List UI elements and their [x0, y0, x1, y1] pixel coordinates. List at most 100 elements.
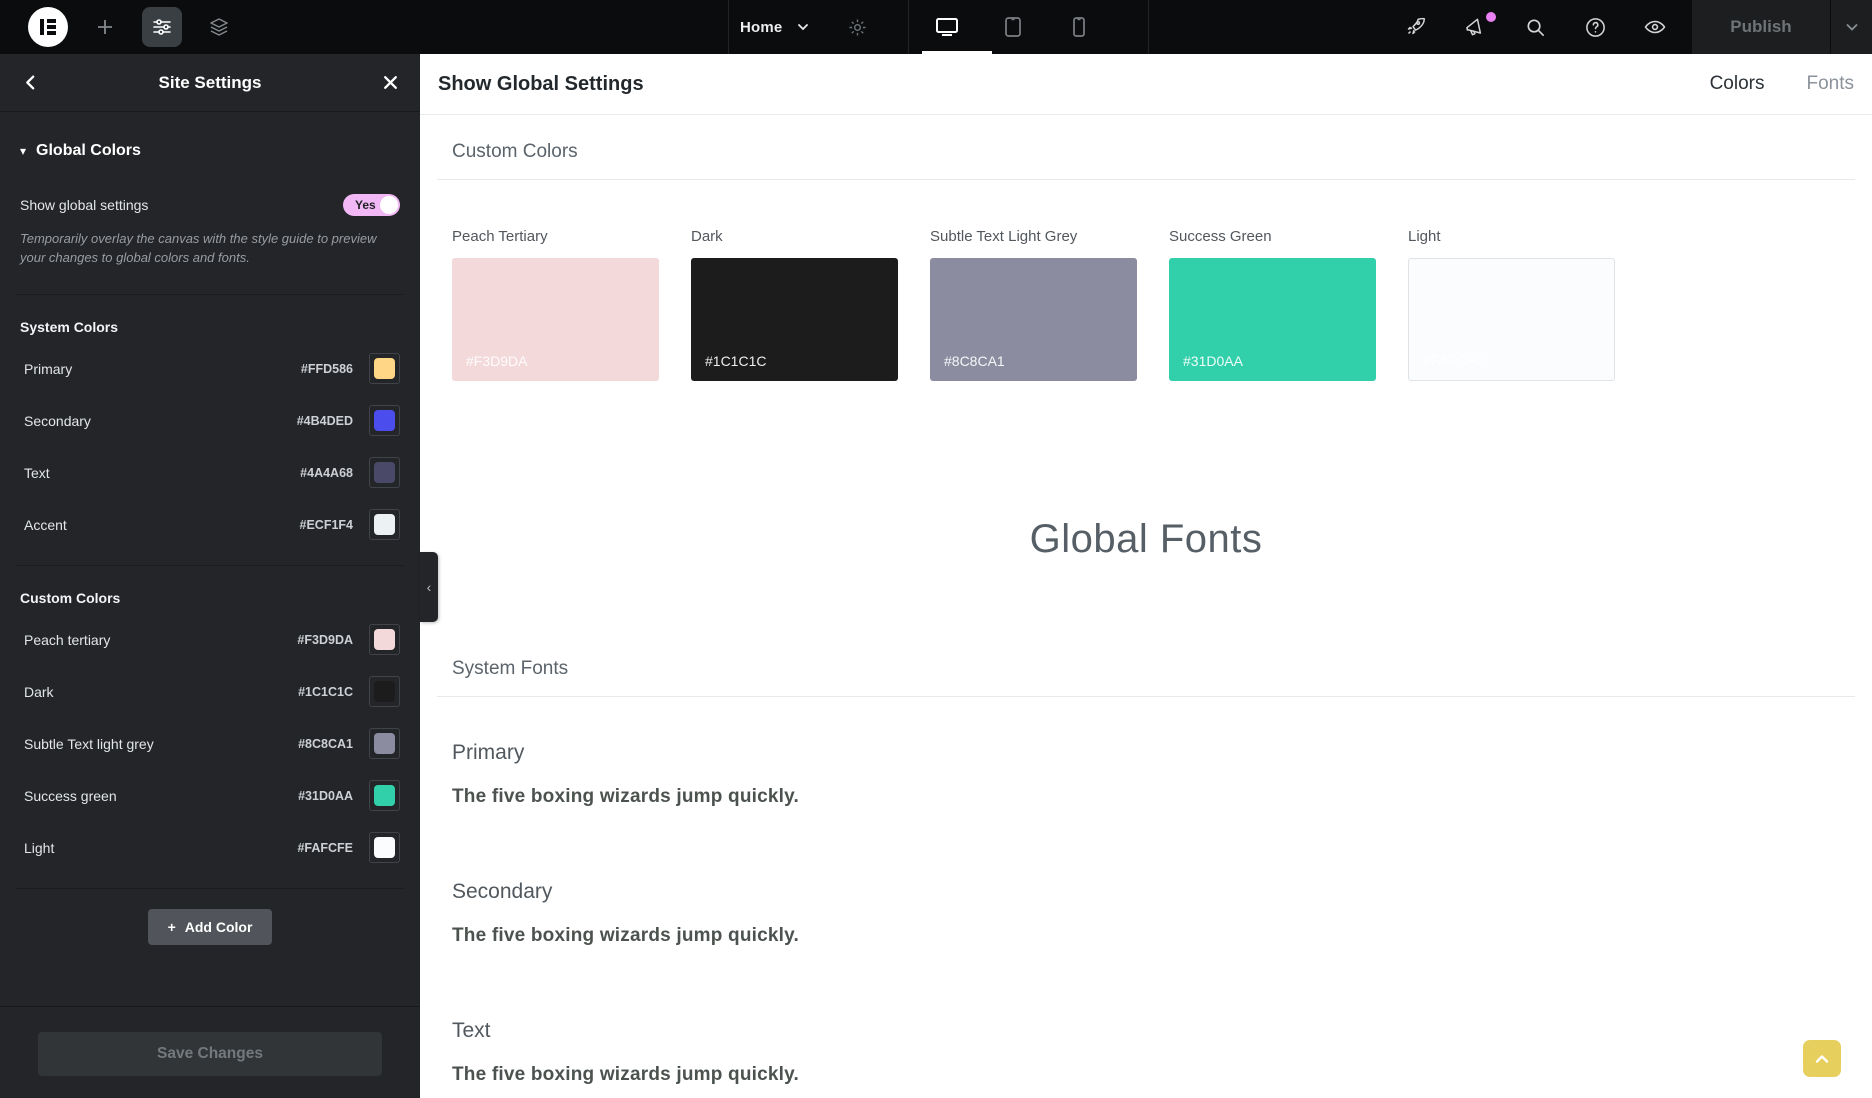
topbar-right-group [1396, 0, 1674, 54]
color-card-hex: #F3D9DA [466, 353, 527, 369]
upgrade-rocket-icon[interactable] [1396, 8, 1434, 46]
elementor-logo[interactable] [28, 7, 68, 47]
color-card-hex: #FAFCFE [1423, 352, 1484, 368]
color-hex-value: #F3D9DA [297, 633, 353, 647]
color-card-label: Light [1408, 228, 1615, 245]
color-name: Accent [20, 517, 300, 533]
color-card[interactable]: #31D0AA [1169, 258, 1376, 381]
color-row[interactable]: Accent#ECF1F4 [20, 499, 400, 551]
color-picker-swatch[interactable] [369, 457, 400, 488]
color-card[interactable]: #F3D9DA [452, 258, 659, 381]
topbar-separator [908, 0, 909, 54]
color-card[interactable]: #8C8CA1 [930, 258, 1137, 381]
add-color-button[interactable]: +Add Color [148, 909, 273, 945]
finder-search-icon[interactable] [1516, 8, 1554, 46]
color-card[interactable]: #1C1C1C [691, 258, 898, 381]
color-name: Primary [20, 361, 301, 377]
color-row[interactable]: Text#4A4A68 [20, 447, 400, 499]
panel-collapse-handle[interactable]: ‹ [420, 552, 438, 622]
color-hex-value: #FFD586 [301, 362, 353, 376]
system-fonts-section-heading: System Fonts [452, 658, 1840, 680]
divider [437, 179, 1855, 180]
toggle-knob [380, 196, 398, 214]
topbar-left-group [0, 0, 238, 54]
mobile-view-icon[interactable] [1060, 8, 1098, 46]
show-global-settings-label: Show global settings [20, 197, 148, 213]
nav-fonts-link[interactable]: Fonts [1806, 73, 1854, 95]
save-changes-button[interactable]: Save Changes [38, 1032, 382, 1076]
color-name: Secondary [20, 413, 297, 429]
color-card-label: Dark [691, 228, 898, 245]
site-settings-icon[interactable] [142, 7, 182, 47]
add-element-icon[interactable] [86, 8, 124, 46]
color-name: Text [20, 465, 300, 481]
nav-colors-link[interactable]: Colors [1710, 73, 1765, 95]
desktop-view-icon[interactable] [928, 8, 966, 46]
color-row[interactable]: Primary#FFD586 [20, 343, 400, 395]
tablet-view-icon[interactable] [994, 8, 1032, 46]
color-card-hex: #31D0AA [1183, 353, 1243, 369]
color-row[interactable]: Success green#31D0AA [20, 770, 400, 822]
color-picker-swatch[interactable] [369, 624, 400, 655]
global-fonts-title: Global Fonts [452, 517, 1840, 562]
preview-eye-icon[interactable] [1636, 8, 1674, 46]
color-hex-value: #1C1C1C [298, 685, 353, 699]
color-picker-swatch[interactable] [369, 780, 400, 811]
system-fonts-list: PrimaryThe five boxing wizards jump quic… [452, 741, 1840, 1086]
global-colors-accordion[interactable]: ▾ Global Colors [20, 142, 400, 160]
swatch-color [374, 410, 395, 431]
font-item-label: Secondary [452, 880, 1840, 904]
show-global-settings-toggle[interactable]: Yes [343, 194, 400, 216]
document-name[interactable]: Home [740, 19, 782, 36]
close-icon[interactable] [378, 64, 402, 102]
page-settings-gear-icon[interactable] [838, 8, 876, 46]
color-card-block: Subtle Text Light Grey #8C8CA1 [930, 228, 1137, 381]
color-picker-swatch[interactable] [369, 728, 400, 759]
color-picker-swatch[interactable] [369, 676, 400, 707]
color-row[interactable]: Secondary#4B4DED [20, 395, 400, 447]
color-hex-value: #ECF1F4 [300, 518, 354, 532]
divider [16, 888, 404, 889]
custom-color-cards: Peach Tertiary #F3D9DA Dark #1C1C1C Subtle T… [452, 228, 1840, 381]
structure-layers-icon[interactable] [200, 8, 238, 46]
responsive-mode-switcher [928, 0, 1098, 54]
color-name: Dark [20, 684, 298, 700]
color-picker-swatch[interactable] [369, 353, 400, 384]
help-icon[interactable] [1576, 8, 1614, 46]
color-card[interactable]: #FAFCFE [1408, 258, 1615, 381]
color-hex-value: #FAFCFE [297, 841, 353, 855]
color-row[interactable]: Subtle Text light grey#8C8CA1 [20, 718, 400, 770]
color-picker-swatch[interactable] [369, 509, 400, 540]
whats-new-megaphone-icon[interactable] [1456, 8, 1494, 46]
elementor-editor: Home [0, 0, 1872, 1098]
font-sample-text: The five boxing wizards jump quickly. [452, 925, 1840, 947]
show-global-settings-row: Show global settings Yes [20, 194, 400, 216]
color-row[interactable]: Light#FAFCFE [20, 822, 400, 874]
system-colors-heading: System Colors [20, 319, 400, 335]
back-chevron-icon[interactable] [18, 64, 42, 102]
caret-down-icon: ▾ [20, 144, 26, 158]
color-row[interactable]: Peach tertiary#F3D9DA [20, 614, 400, 666]
color-hex-value: #31D0AA [298, 789, 353, 803]
custom-colors-section-heading: Custom Colors [452, 141, 1840, 163]
color-card-hex: #1C1C1C [705, 353, 766, 369]
color-card-block: Success Green#31D0AA [1169, 228, 1376, 381]
color-card-block: Dark #1C1C1C [691, 228, 898, 381]
color-card-label: Peach Tertiary [452, 228, 659, 245]
publish-options-chevron-icon[interactable] [1831, 19, 1872, 35]
scroll-to-top-button[interactable] [1803, 1040, 1841, 1077]
panel-title: Site Settings [159, 73, 262, 93]
color-picker-swatch[interactable] [369, 832, 400, 863]
color-card-block: Peach Tertiary #F3D9DA [452, 228, 659, 381]
color-row[interactable]: Dark#1C1C1C [20, 666, 400, 718]
color-name: Light [20, 840, 297, 856]
publish-button[interactable]: Publish [1692, 17, 1830, 37]
color-card-label: Subtle Text Light Grey [930, 228, 1137, 245]
font-sample-text: The five boxing wizards jump quickly. [452, 1064, 1840, 1086]
publish-panel: Publish [1692, 0, 1872, 54]
swatch-color [374, 462, 395, 483]
color-picker-swatch[interactable] [369, 405, 400, 436]
active-device-underline [922, 51, 992, 54]
chevron-down-icon[interactable] [792, 8, 814, 46]
collapse-chevron-icon: ‹ [427, 579, 432, 595]
